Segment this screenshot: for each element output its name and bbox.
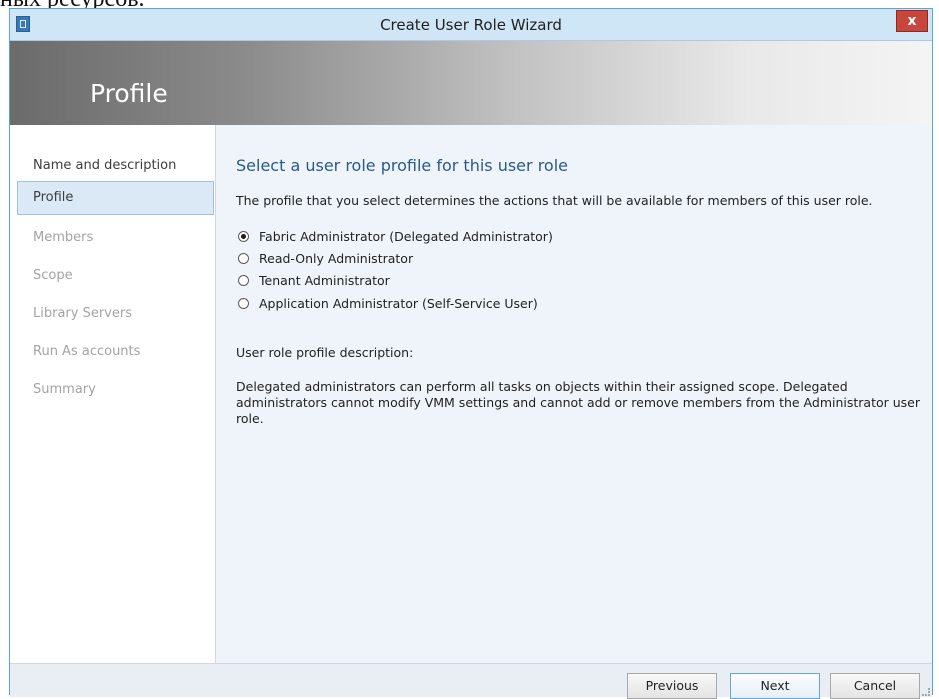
radio-application-administrator[interactable]: Application Administrator (Self-Service …: [238, 294, 538, 312]
cancel-button[interactable]: Cancel: [830, 673, 920, 699]
wizard-window: Create User Role Wizard x Profile Name a…: [9, 8, 933, 699]
radio-read-only-administrator[interactable]: Read-Only Administrator: [238, 249, 413, 267]
radio-tenant-administrator[interactable]: Tenant Administrator: [238, 271, 390, 289]
window-title: Create User Role Wizard: [380, 16, 562, 34]
radio-label: Tenant Administrator: [259, 272, 390, 288]
nav-item-library-servers[interactable]: Library Servers: [17, 297, 214, 331]
radio-button[interactable]: [238, 274, 249, 286]
page-banner: Profile: [10, 41, 932, 125]
nav-item-run-as-accounts[interactable]: Run As accounts: [17, 335, 214, 369]
radio-label: Application Administrator (Self-Service …: [259, 295, 538, 311]
radio-fabric-administrator[interactable]: Fabric Administrator (Delegated Administ…: [238, 227, 553, 245]
nav-item-profile[interactable]: Profile: [17, 181, 214, 215]
radio-button[interactable]: [238, 252, 249, 264]
radio-button-selected[interactable]: [238, 230, 249, 242]
profile-description-label: User role profile description:: [236, 345, 414, 360]
nav-item-summary[interactable]: Summary: [17, 373, 214, 407]
section-heading: Select a user role profile for this user…: [236, 156, 568, 175]
radio-button[interactable]: [238, 297, 249, 309]
wizard-footer: Previous Next Cancel: [10, 663, 932, 699]
radio-label: Read-Only Administrator: [259, 250, 414, 266]
radio-label: Fabric Administrator (Delegated Administ…: [259, 228, 553, 244]
previous-button[interactable]: Previous: [627, 673, 717, 699]
close-button[interactable]: x: [896, 10, 928, 32]
next-button[interactable]: Next: [730, 673, 820, 699]
nav-item-members[interactable]: Members: [17, 221, 214, 255]
nav-item-name-and-description[interactable]: Name and description: [17, 149, 214, 183]
page-title: Profile: [90, 79, 168, 108]
section-description: The profile that you select determines t…: [236, 193, 873, 208]
close-icon: x: [907, 13, 917, 29]
wizard-content: Select a user role profile for this user…: [216, 125, 932, 663]
title-bar[interactable]: Create User Role Wizard x: [10, 9, 932, 41]
profile-description-text: Delegated administrators can perform all…: [236, 379, 921, 426]
nav-item-scope[interactable]: Scope: [17, 259, 214, 293]
wizard-nav: Name and description Profile Members Sco…: [10, 125, 216, 663]
